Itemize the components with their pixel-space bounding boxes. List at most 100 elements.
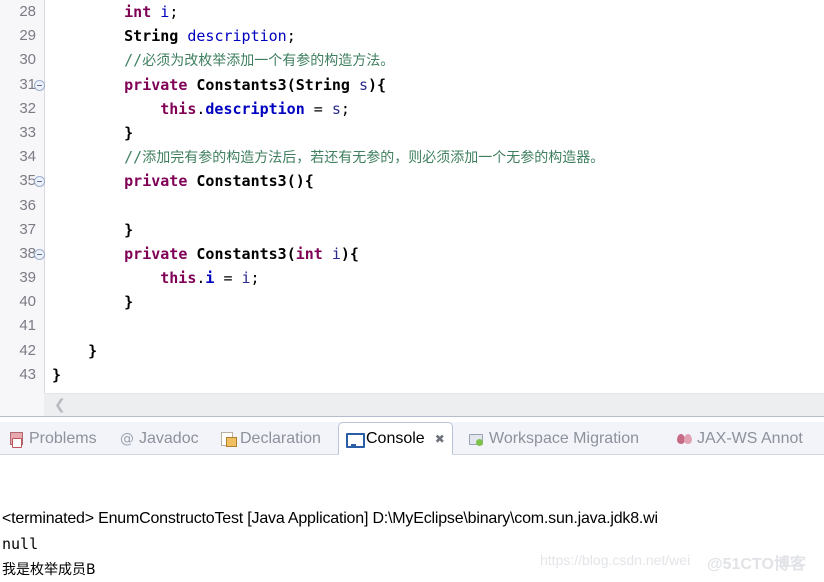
code-token: // <box>124 148 143 167</box>
line-number: 39 <box>19 269 36 287</box>
code-text: } <box>124 218 133 242</box>
code-line[interactable]: 40} <box>0 290 824 314</box>
code-token: = <box>214 269 242 288</box>
code-token: } <box>124 123 134 142</box>
code-line[interactable]: 31 private Constants3(String s){ <box>0 73 824 97</box>
code-token: ){ <box>368 75 387 94</box>
line-number: 40 <box>19 293 36 311</box>
line-number: 33 <box>19 123 36 141</box>
code-text: private Constants3(String s){ <box>124 73 386 97</box>
view-tab-bar: Problems @ Javadoc Declaration Console ✖ Works… <box>0 422 824 455</box>
tab-jax-ws-annot[interactable]: JAX-WS Annot <box>670 422 810 455</box>
line-number: 28 <box>19 3 36 20</box>
tab-declaration[interactable]: Declaration <box>213 422 328 455</box>
tab-label: Console <box>366 429 425 447</box>
fold-collapse-icon[interactable] <box>34 176 45 188</box>
code-text: int i; <box>124 0 178 24</box>
line-number: 41 <box>19 317 36 335</box>
code-line[interactable]: 28 int i; <box>0 0 824 24</box>
code-token: ){ <box>340 244 359 263</box>
code-token: String <box>124 27 179 46</box>
scrollbar-corner <box>0 393 44 416</box>
scrollbar-left-zone[interactable]: ❮ <box>44 394 84 417</box>
tab-close-icon[interactable]: ✖ <box>435 432 445 446</box>
line-number: 43 <box>19 365 36 383</box>
code-line[interactable]: 33} <box>0 121 824 145</box>
code-text: } <box>124 121 133 145</box>
tab-label: Declaration <box>240 429 321 447</box>
code-text: this.i = i; <box>160 266 259 290</box>
code-line[interactable]: 43} <box>0 363 824 387</box>
fold-collapse-icon[interactable] <box>34 248 45 260</box>
problems-icon <box>9 431 25 448</box>
code-line[interactable]: 41 <box>0 314 824 338</box>
chevron-left-icon[interactable]: ❮ <box>54 398 66 412</box>
line-number: 38 <box>19 244 36 262</box>
console-process-header: <terminated> EnumConstructoTest [Java Ap… <box>2 510 658 527</box>
tab-javadoc[interactable]: @ Javadoc <box>112 422 206 455</box>
code-lines-container: 28 int i; 29 String description; 30//必须为改枚举添… <box>0 0 824 393</box>
code-token: 必须为改枚举添加一个有参的构造方法。 <box>142 53 395 70</box>
code-token: } <box>88 341 98 360</box>
code-token: i <box>160 3 170 21</box>
console-output-line: 我是枚举成员B <box>2 562 96 578</box>
code-token: = <box>304 99 332 118</box>
code-token: private <box>124 172 188 191</box>
code-line[interactable]: 39 this.i = i; <box>0 266 824 290</box>
code-line[interactable]: 35 private Constants3(){ <box>0 169 824 193</box>
code-line[interactable]: 32 this.description = s; <box>0 97 824 121</box>
console-view[interactable]: <terminated> EnumConstructoTest [Java Ap… <box>0 455 824 582</box>
code-text: //必须为改枚举添加一个有参的构造方法。 <box>124 48 394 73</box>
line-number: 31 <box>19 75 36 93</box>
code-token: this <box>160 99 197 118</box>
code-token: s <box>331 99 341 118</box>
line-number: 29 <box>19 27 36 45</box>
tab-label: Javadoc <box>139 429 199 447</box>
code-token: (){ <box>286 172 314 191</box>
code-text: private Constants3(int i){ <box>124 242 359 266</box>
line-number: 36 <box>19 196 36 214</box>
console-icon <box>346 431 365 448</box>
line-number: 42 <box>19 341 36 359</box>
code-text: String description; <box>124 24 296 48</box>
line-number: 37 <box>19 220 36 238</box>
fold-collapse-icon[interactable] <box>34 79 45 91</box>
javadoc-at-icon: @ <box>120 430 134 447</box>
code-token: int <box>295 244 323 263</box>
code-text: } <box>52 363 61 387</box>
code-line[interactable]: 37} <box>0 218 824 242</box>
code-line[interactable]: 30 //必须为改枚举添加一个有参的构造方法。 <box>0 48 824 72</box>
code-token: ; <box>340 99 350 118</box>
console-output-line: null <box>2 535 39 553</box>
code-token: i <box>241 269 251 288</box>
code-line[interactable]: 42} <box>0 339 824 363</box>
code-token: ( <box>286 244 296 263</box>
code-line[interactable]: 29 String description; <box>0 24 824 48</box>
tab-problems[interactable]: Problems <box>2 422 104 455</box>
code-token: String <box>295 75 350 94</box>
tab-workspace-migration[interactable]: Workspace Migration <box>462 422 646 455</box>
code-line[interactable]: 38 private Constants3(int i){ <box>0 242 824 266</box>
code-token: } <box>52 365 62 384</box>
tab-label: JAX-WS Annot <box>697 429 803 447</box>
code-token: // <box>124 51 143 70</box>
code-token: private <box>124 75 188 94</box>
code-text: } <box>88 339 97 363</box>
code-text: //添加完有参的构造方法后，若还有无参的，则必须添加一个无参的构造器。 <box>124 145 604 170</box>
code-text: private Constants3(){ <box>124 169 314 193</box>
code-token: ; <box>250 269 260 288</box>
code-line[interactable]: 36 <box>0 194 824 218</box>
java-code-editor[interactable]: 28 int i; 29 String description; 30//必须为改枚举添… <box>0 0 824 393</box>
tab-label: Problems <box>29 429 97 447</box>
code-token: ( <box>286 75 296 94</box>
line-number: 34 <box>19 148 36 166</box>
code-line[interactable]: 34 //添加完有参的构造方法后，若还有无参的，则必须添加一个无参的构造器。 <box>0 145 824 169</box>
tab-console[interactable]: Console ✖ <box>338 422 453 455</box>
code-token: } <box>124 220 134 239</box>
editor-horizontal-scrollbar[interactable]: ❮ <box>44 393 824 416</box>
code-token: } <box>124 293 134 312</box>
code-text: } <box>124 290 133 314</box>
code-token: this <box>160 269 197 288</box>
